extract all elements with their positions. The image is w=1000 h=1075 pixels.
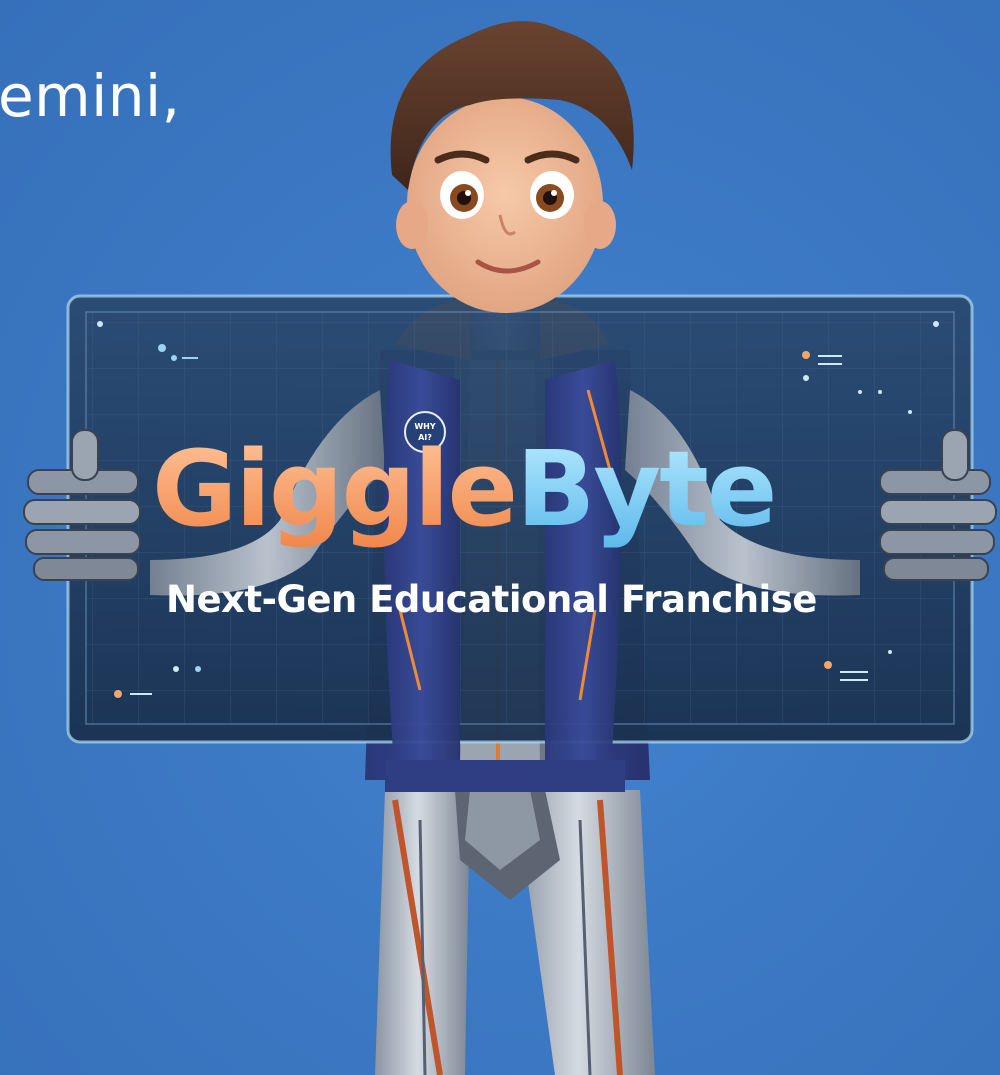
boy-head (390, 21, 634, 313)
brand-title-part2: Byte (516, 428, 775, 550)
brand-title-part1: Giggle (152, 428, 516, 550)
robot-boy-illustration: WHY AI? GiggleByte Next-Gen Educational … (23, 21, 997, 1075)
brand-subtitle: Next-Gen Educational Franchise (166, 578, 817, 621)
brand-title: GiggleByte (152, 428, 775, 550)
robot-legs (375, 790, 655, 1075)
